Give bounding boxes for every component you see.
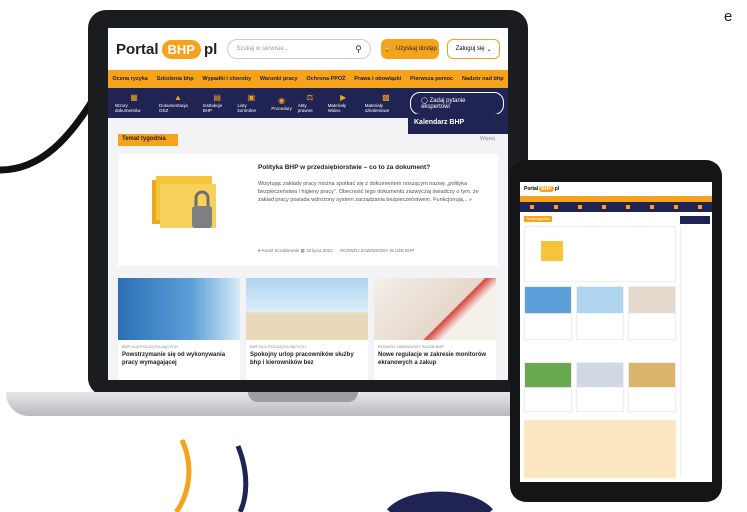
main-menu: Ocena ryzyka Szkolenia bhp Wypadki i cho…	[108, 70, 508, 88]
tool-label: Akty prawne	[297, 103, 313, 113]
tablet-card[interactable]	[576, 362, 624, 412]
article-image	[118, 278, 240, 340]
tablet-card[interactable]	[628, 362, 676, 412]
article-category: BHP DLA POCZĄTKUJĄCYCH	[250, 344, 306, 349]
tablet-screen: Portal BHP pl Temat tygodnia	[520, 182, 712, 482]
site-header: Portal BHP pl Szukaj w serwisie... ⚲ 🔒 U…	[108, 28, 508, 70]
tablet-logo: Portal	[524, 186, 539, 192]
warning-icon: ▲	[173, 93, 182, 102]
more-link[interactable]: Więcej	[480, 136, 495, 142]
logo-text-portal: Portal	[116, 40, 159, 58]
tool-item[interactable]: ▤ Instrukcje BHP	[203, 93, 232, 113]
article-card[interactable]: BHP DLA POCZĄTKUJĄCYCH Powstrzymanie się…	[118, 278, 240, 380]
menu-item[interactable]: Ocena ryzyka	[112, 76, 147, 82]
tool-item[interactable]: ▶ Materiały Wideo	[328, 93, 359, 113]
checklist-icon: ▣	[247, 93, 256, 102]
calendar-label: Kalendarz BHP	[414, 119, 465, 126]
search-placeholder: Szukaj w serwisie...	[236, 46, 289, 52]
tool-item[interactable]: ▩ Materiały szkoleniowe	[365, 93, 407, 113]
search-icon[interactable]: ⚲	[355, 44, 362, 55]
folder-lock-image	[152, 176, 216, 228]
featured-meta: ● Kamil Sczabiewski ▦ 18 lipca 2022 ROZW…	[258, 248, 414, 254]
menu-item[interactable]: Wypadki i choroby	[202, 76, 251, 82]
tablet-logo-badge: BHP	[539, 186, 554, 192]
tablet-calendar-header	[680, 216, 710, 224]
page-content: Temat tygodnia Więcej Polityka BHP w prz…	[108, 118, 508, 380]
device-mockup: e Portal BHP pl Szukaj w serwisie... ⚲ 🔒…	[0, 0, 747, 512]
tablet-header: Portal BHP pl	[520, 182, 712, 196]
tool-item[interactable]: ▲ Dokumentacja OSZ	[159, 93, 197, 113]
article-image	[374, 278, 496, 340]
scales-icon: ⚖	[306, 93, 314, 102]
tablet-card[interactable]	[524, 286, 572, 340]
chevron-down-icon: ⌄	[486, 46, 492, 53]
tablet-card[interactable]	[576, 286, 624, 340]
tool-item[interactable]: ◉ Procedury	[271, 96, 292, 111]
featured-article[interactable]: Polityka BHP w przedsiębiorstwie – co to…	[118, 154, 498, 266]
featured-date: 18 lipca 2022	[306, 248, 333, 253]
tablet-logo-pl: pl	[554, 186, 560, 192]
tool-label: Instrukcje BHP	[202, 103, 223, 113]
featured-title[interactable]: Polityka BHP w przedsiębiorstwie – co to…	[258, 164, 478, 171]
login-button-label: Zaloguj się	[455, 46, 485, 52]
tablet-section-label: Temat tygodnia	[524, 216, 552, 222]
presentation-icon: ▩	[382, 93, 390, 102]
featured-excerpt: Wizytując zakłady pracy można spotkać si…	[258, 181, 479, 203]
tool-label: Procedury	[271, 105, 292, 111]
tool-label: Materiały szkoleniowe	[364, 103, 390, 113]
tablet-card[interactable]	[524, 362, 572, 412]
article-card[interactable]: ROZWÓJ ZAWODOWY SŁUŻB BHP Nowe regulacje…	[374, 278, 496, 380]
section-label: Temat tygodnia	[118, 134, 178, 146]
article-card[interactable]: BHP DLA POCZĄTKUJĄCYCH Spokojny urlop pr…	[246, 278, 368, 380]
tool-label: Wzory dokumentów	[115, 103, 141, 113]
article-image	[246, 278, 368, 340]
article-title: Powstrzymanie się od wykonywania pracy w…	[122, 352, 226, 366]
access-button-label: Uzyskaj dostęp	[396, 46, 437, 52]
tool-item[interactable]: ▦ Wzory dokumentów	[115, 93, 153, 113]
menu-item[interactable]: Ochrona PPOŻ	[306, 76, 345, 82]
tablet-card[interactable]	[628, 286, 676, 340]
tablet-tools-bar	[520, 202, 712, 212]
tool-label: Dokumentacja OSZ	[159, 103, 188, 113]
access-button[interactable]: 🔒 Uzyskaj dostęp	[380, 39, 440, 59]
article-category: BHP DLA POCZĄTKUJĄCYCH	[122, 344, 178, 349]
calendar-header[interactable]: Kalendarz BHP	[408, 114, 508, 134]
menu-item[interactable]: Prawa i obowiązki	[354, 76, 401, 82]
tablet-folder-image	[541, 241, 563, 261]
article-title: Spokojny urlop pracowników służby bhp i …	[250, 352, 354, 366]
procedure-icon: ◉	[278, 95, 286, 105]
featured-author: Kamil Sczabiewski	[261, 248, 300, 253]
article-title: Nowe regulacje w zakresie monitorów ekra…	[378, 352, 487, 366]
logo-text-pl: pl	[203, 40, 218, 58]
menu-item[interactable]: Nadzór nad bhp	[462, 76, 504, 82]
book-icon: ▤	[213, 93, 221, 102]
document-icon: ▦	[130, 93, 138, 102]
menu-item[interactable]: Pierwsza pomoc	[410, 76, 453, 82]
tablet-tags-panel	[524, 420, 676, 478]
logo-badge: BHP	[161, 39, 201, 59]
tool-label: Listy kontrolne	[237, 103, 256, 113]
login-button[interactable]: Zaloguj się ⌄	[447, 39, 500, 59]
menu-item[interactable]: Szkolenia bhp	[157, 76, 194, 82]
ask-expert-button[interactable]: ◯ Zadaj pytanie ekspertowi	[410, 91, 505, 115]
tablet-sidebar	[680, 226, 712, 476]
tool-item[interactable]: ⚖ Akty prawne	[298, 93, 322, 113]
featured-category: ROZWÓJ ZAWODOWY SŁUŻB BHP	[340, 248, 415, 253]
tablet-featured[interactable]	[524, 226, 676, 282]
play-icon: ▶	[340, 93, 347, 102]
tool-label: Materiały Wideo	[327, 103, 346, 113]
laptop-notch	[248, 392, 358, 402]
laptop-screen: Portal BHP pl Szukaj w serwisie... ⚲ 🔒 U…	[108, 28, 508, 380]
tool-item[interactable]: ▣ Listy kontrolne	[237, 93, 265, 113]
site-logo[interactable]: Portal BHP pl	[116, 39, 218, 59]
article-category: ROZWÓJ ZAWODOWY SŁUŻB BHP	[378, 344, 445, 349]
search-input[interactable]: Szukaj w serwisie... ⚲	[227, 39, 371, 59]
menu-item[interactable]: Warunki pracy	[260, 76, 298, 82]
lock-icon: 🔒	[383, 46, 393, 53]
